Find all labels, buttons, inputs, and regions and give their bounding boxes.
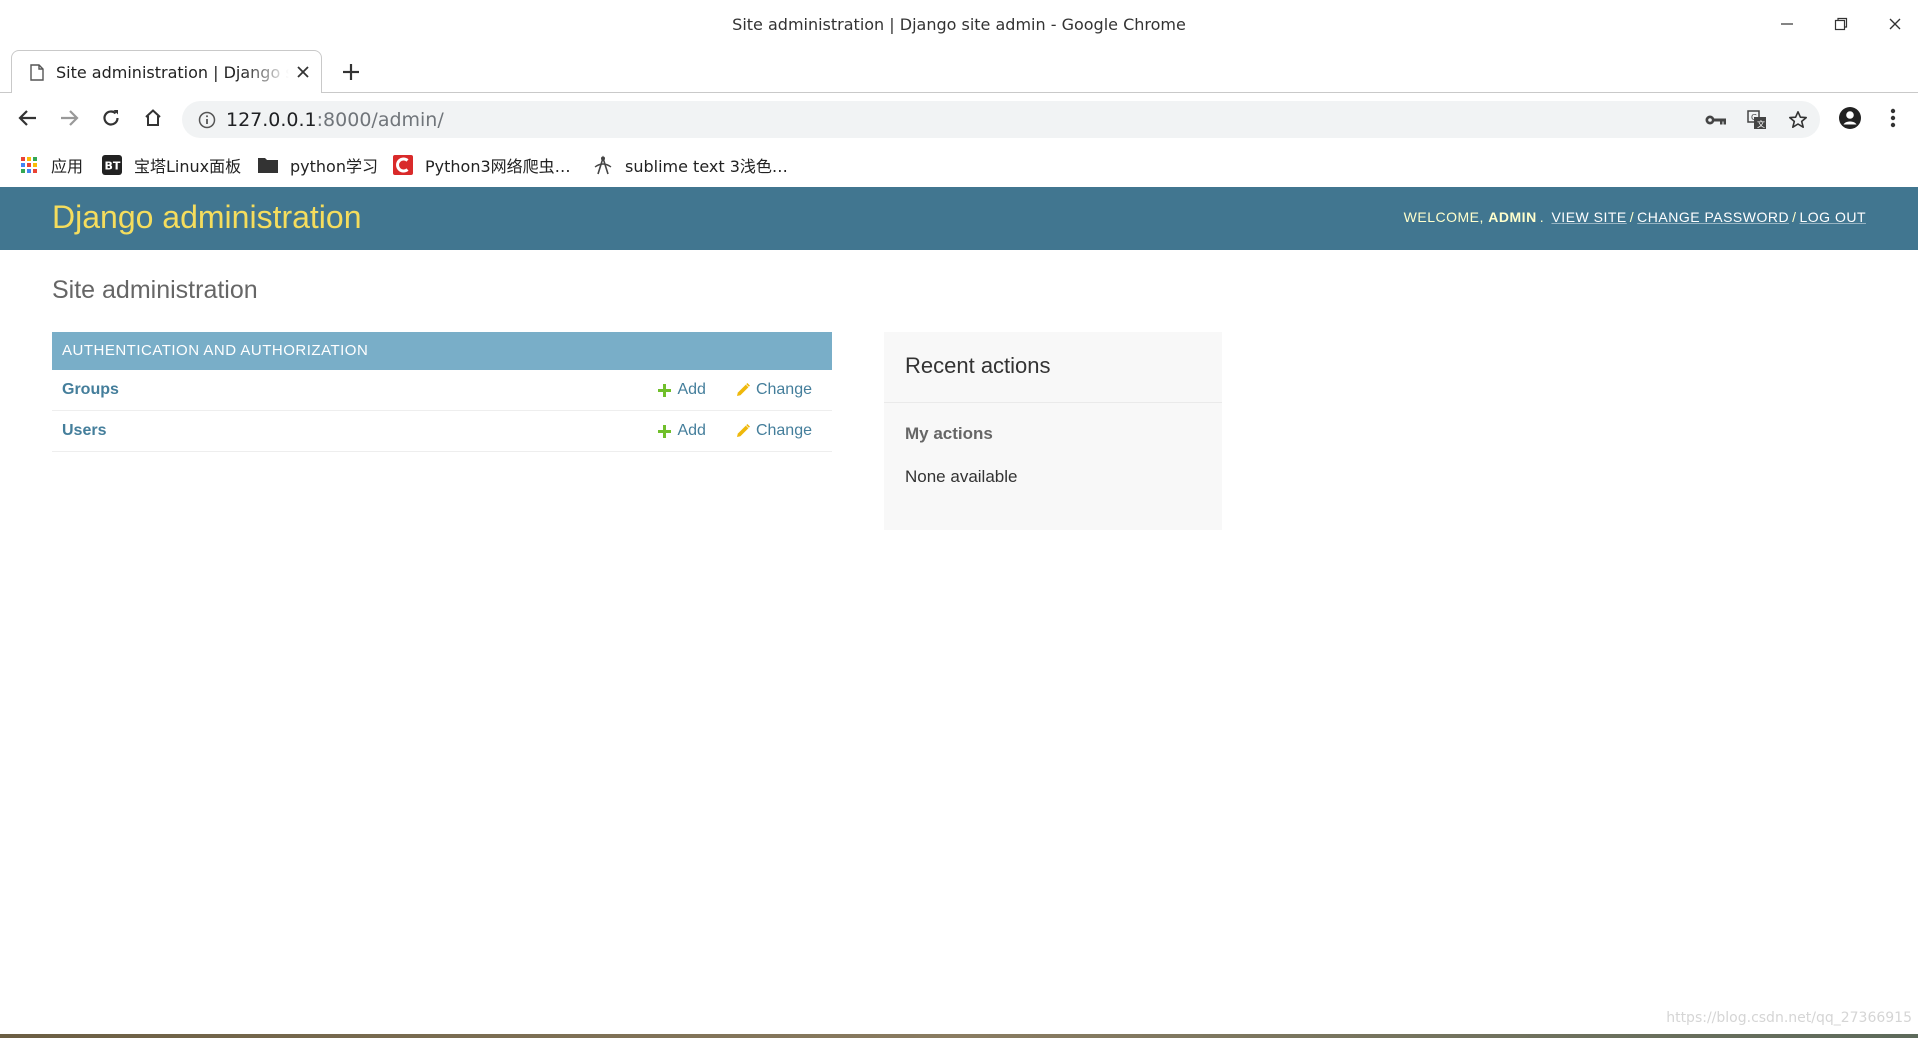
users-add-link[interactable]: Add <box>658 422 706 440</box>
bookmark-label: 宝塔Linux面板 <box>134 157 242 176</box>
restore-button[interactable] <box>1826 12 1856 36</box>
bookmark-label: 应用 <box>51 157 84 176</box>
profile-button[interactable] <box>1833 101 1867 135</box>
slash-separator: / <box>1629 209 1635 225</box>
add-label: Add <box>677 422 706 439</box>
minimize-icon <box>1781 23 1793 25</box>
username: ADMIN <box>1488 209 1537 225</box>
info-icon[interactable] <box>194 108 220 132</box>
model-row-groups: Groups Add Change <box>52 370 832 411</box>
svg-text:BT: BT <box>105 160 121 173</box>
my-actions-heading: My actions <box>905 424 993 443</box>
close-window-button[interactable] <box>1880 12 1910 36</box>
key-icon[interactable] <box>1703 108 1729 132</box>
add-plus-icon <box>658 424 672 438</box>
admin-header: Django administration WELCOME, ADMIN. VI… <box>0 187 1918 250</box>
module-caption-link[interactable]: AUTHENTICATION AND AUTHORIZATION <box>52 332 832 370</box>
period-separator: . <box>1539 209 1545 225</box>
change-password-link[interactable]: CHANGE PASSWORD <box>1637 209 1789 225</box>
users-change-link[interactable]: Change <box>736 422 812 440</box>
bookmark-sublime[interactable]: sublime text 3浅色… <box>593 150 788 180</box>
bookmark-label: Python3网络爬虫… <box>425 157 571 176</box>
log-out-link[interactable]: LOG OUT <box>1799 209 1866 225</box>
change-label: Change <box>755 381 812 398</box>
groups-link[interactable]: Groups <box>62 381 658 399</box>
page-icon <box>30 63 44 81</box>
slash-separator: / <box>1792 209 1797 225</box>
star-icon[interactable] <box>1785 108 1811 132</box>
arrow-right-icon <box>61 110 79 126</box>
groups-add-link[interactable]: Add <box>658 381 706 399</box>
browser-toolbar: 127.0.0.1:8000/admin/ G文 <box>0 93 1918 144</box>
reload-icon <box>103 110 119 126</box>
reload-button[interactable] <box>94 101 128 135</box>
module-auth: AUTHENTICATION AND AUTHORIZATION Groups … <box>52 332 832 452</box>
site-branding[interactable]: Django administration <box>52 199 362 236</box>
apps-grid-icon <box>19 155 39 175</box>
recent-actions-panel: Recent actions My actions None available <box>884 332 1222 530</box>
home-button[interactable] <box>136 101 170 135</box>
new-tab-button[interactable] <box>334 56 368 88</box>
groups-change-link[interactable]: Change <box>736 381 812 399</box>
minimize-button[interactable] <box>1772 12 1802 36</box>
window-titlebar: Site administration | Django site admin … <box>0 0 1918 50</box>
forward-button[interactable] <box>52 101 86 135</box>
pencil-icon <box>736 383 750 397</box>
tab-close-button[interactable] <box>297 62 309 82</box>
window-title: Site administration | Django site admin … <box>732 15 1186 34</box>
url-path: :8000/admin/ <box>316 108 444 131</box>
tab-title: Site administration | Django site admin <box>56 62 289 82</box>
bookmark-python-folder[interactable]: python学习 <box>258 150 378 180</box>
browser-tab-active[interactable]: Site administration | Django site admin <box>11 50 322 93</box>
welcome-text: WELCOME, <box>1403 209 1484 225</box>
add-label: Add <box>677 381 706 398</box>
folder-icon <box>258 155 278 175</box>
plus-icon <box>343 64 359 80</box>
pencil-icon <box>736 424 750 438</box>
compass-icon <box>593 155 613 175</box>
bookmark-label: sublime text 3浅色… <box>625 157 788 176</box>
address-bar[interactable]: 127.0.0.1:8000/admin/ G文 <box>182 101 1820 138</box>
user-tools: WELCOME, ADMIN. VIEW SITE / CHANGE PASSWOR… <box>1404 209 1866 225</box>
close-icon <box>1889 18 1901 30</box>
bookmark-apps[interactable]: 应用 <box>19 150 83 180</box>
arrow-left-icon <box>18 110 36 126</box>
bookmarks-bar: 应用 BT 宝塔Linux面板 python学习 Python3网络爬虫… su… <box>0 144 1918 186</box>
add-plus-icon <box>658 383 672 397</box>
translate-icon[interactable]: G文 <box>1744 108 1770 132</box>
desktop-strip <box>0 1034 1918 1038</box>
page-title: Site administration <box>52 276 258 304</box>
view-site-link[interactable]: VIEW SITE <box>1551 209 1626 225</box>
menu-button[interactable] <box>1876 101 1910 135</box>
home-icon <box>145 109 161 126</box>
account-icon <box>1839 107 1861 129</box>
change-label: Change <box>755 422 812 439</box>
bt-icon: BT <box>102 155 122 175</box>
no-actions-text: None available <box>905 467 1018 486</box>
restore-icon <box>1834 17 1848 31</box>
bookmark-python3-spider[interactable]: Python3网络爬虫… <box>393 150 571 180</box>
recent-actions-title: Recent actions <box>884 332 1222 403</box>
model-row-users: Users Add Change <box>52 411 832 452</box>
watermark-text: https://blog.csdn.net/qq_27366915 <box>1666 1010 1912 1026</box>
users-link[interactable]: Users <box>62 422 658 440</box>
url-host: 127.0.0.1 <box>226 108 317 131</box>
bookmark-label: python学习 <box>290 157 378 176</box>
svg-text:文: 文 <box>1757 119 1765 129</box>
close-icon <box>297 66 309 78</box>
more-vert-icon <box>1890 108 1896 128</box>
bookmark-bt-panel[interactable]: BT 宝塔Linux面板 <box>102 150 241 180</box>
back-button[interactable] <box>11 101 45 135</box>
csdn-icon <box>393 155 413 175</box>
